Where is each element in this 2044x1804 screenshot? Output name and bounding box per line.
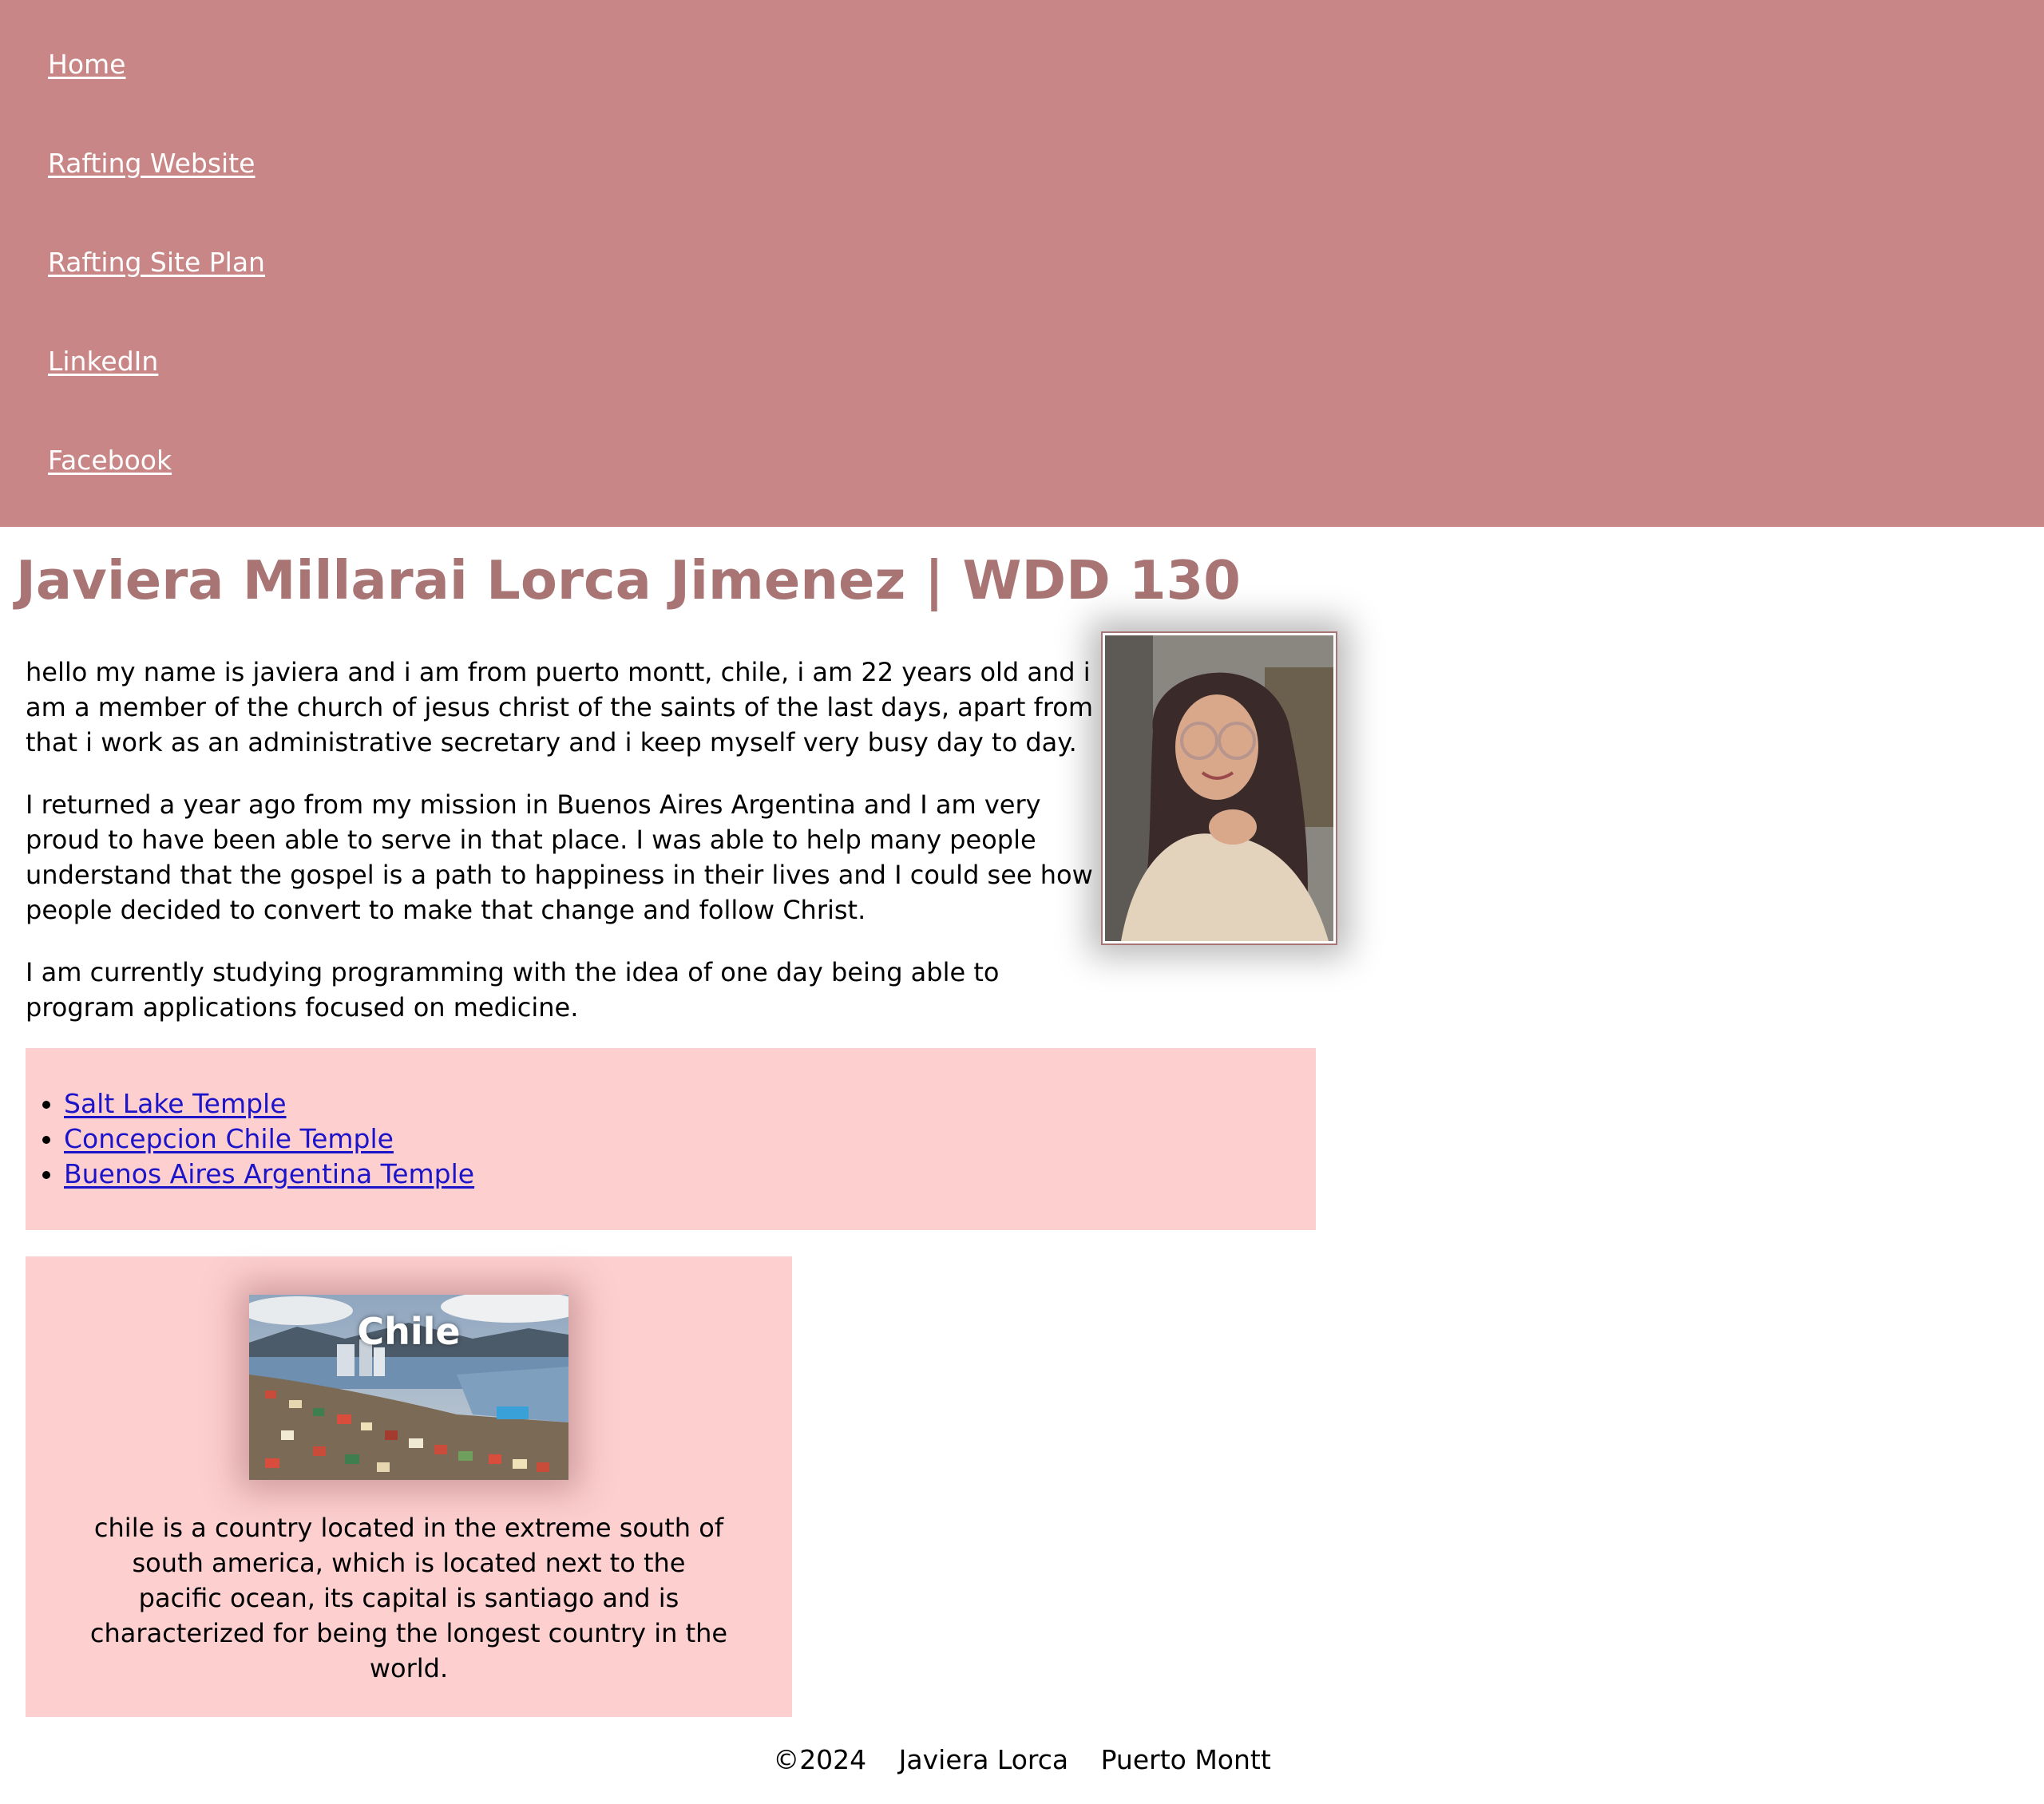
intro-section: hello my name is javiera and i am from p… bbox=[26, 655, 1103, 1052]
intro-paragraph-3: I am currently studying programming with… bbox=[26, 957, 1000, 1023]
nav-link-facebook[interactable]: Facebook bbox=[48, 441, 172, 480]
temple-list-item: Concepcion Chile Temple bbox=[64, 1122, 474, 1157]
nav-link-rafting-site-plan[interactable]: Rafting Site Plan bbox=[48, 243, 265, 282]
temple-list-item: Buenos Aires Argentina Temple bbox=[64, 1157, 474, 1192]
temple-list-item: Salt Lake Temple bbox=[64, 1086, 474, 1122]
footer: ©2024 Javiera Lorca Puerto Montt bbox=[0, 1742, 2044, 1778]
footer-copyright: ©2024 bbox=[773, 1744, 867, 1775]
temple-link-salt-lake[interactable]: Salt Lake Temple bbox=[64, 1088, 287, 1119]
chile-description: chile is a country located in the extrem… bbox=[89, 1513, 728, 1683]
chile-city-image: Chile bbox=[249, 1295, 568, 1480]
portrait-photo bbox=[1105, 635, 1333, 941]
nav-link-rafting-website[interactable]: Rafting Website bbox=[48, 144, 255, 183]
top-navigation: Home Rafting Website Rafting Site Plan L… bbox=[0, 0, 2044, 527]
intro-paragraph-1: hello my name is javiera and i am from p… bbox=[26, 657, 1094, 758]
nav-item-home: Home bbox=[48, 45, 125, 84]
footer-name: Javiera Lorca bbox=[898, 1744, 1069, 1775]
temple-link-buenos-aires[interactable]: Buenos Aires Argentina Temple bbox=[64, 1158, 474, 1189]
intro-paragraph-2: I returned a year ago from my mission in… bbox=[26, 789, 1093, 925]
nav-item-linkedin: LinkedIn bbox=[48, 342, 158, 381]
chile-title: Chile bbox=[357, 1310, 461, 1353]
portrait-frame bbox=[1101, 631, 1337, 945]
nav-item-facebook: Facebook bbox=[48, 441, 172, 480]
nav-link-home[interactable]: Home bbox=[48, 45, 125, 84]
temple-link-concepcion[interactable]: Concepcion Chile Temple bbox=[64, 1123, 394, 1154]
page-title: Javiera Millarai Lorca Jimenez | WDD 130 bbox=[16, 549, 1241, 611]
nav-item-rafting-site-plan: Rafting Site Plan bbox=[48, 243, 265, 282]
nav-link-linkedin[interactable]: LinkedIn bbox=[48, 342, 158, 381]
chile-card: Chile chile is a country located in the … bbox=[26, 1256, 792, 1717]
portrait-illustration bbox=[1105, 635, 1333, 941]
nav-item-rafting-website: Rafting Website bbox=[48, 144, 255, 183]
footer-place: Puerto Montt bbox=[1100, 1744, 1271, 1775]
temple-links-list: Salt Lake Temple Concepcion Chile Temple… bbox=[26, 1086, 474, 1192]
temple-links-panel: Salt Lake Temple Concepcion Chile Temple… bbox=[26, 1048, 1316, 1230]
